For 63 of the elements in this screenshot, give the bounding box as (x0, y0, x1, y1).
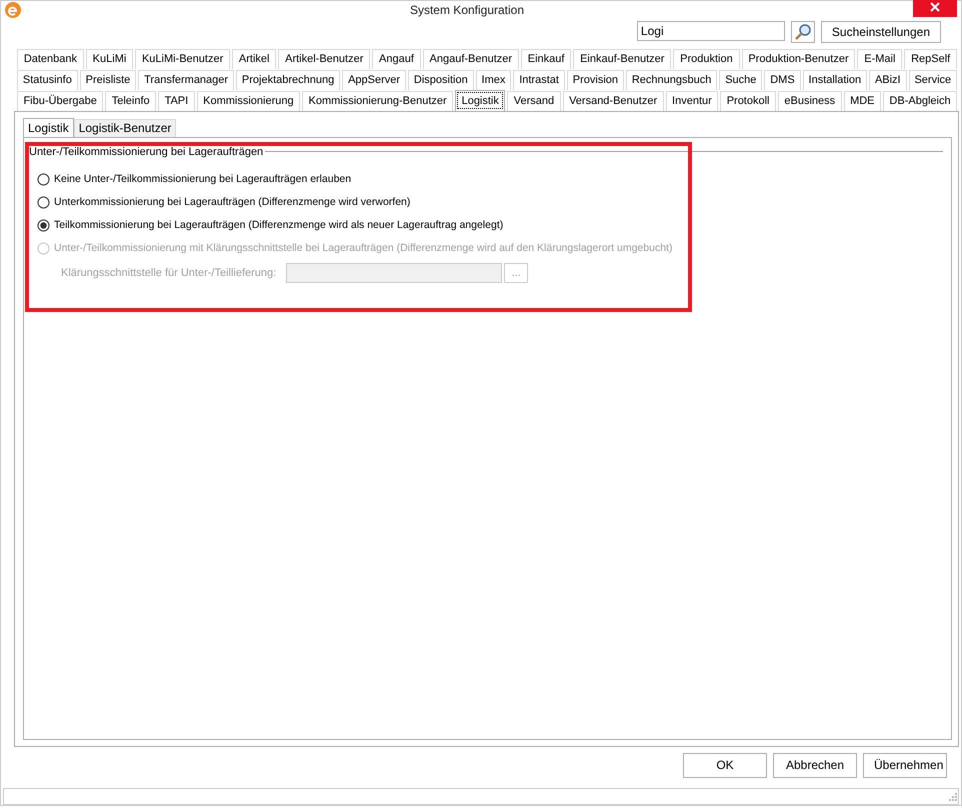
search-button[interactable] (790, 20, 815, 43)
tab[interactable]: Datenbank (17, 48, 84, 69)
search-settings-button[interactable]: Sucheinstellungen (820, 20, 941, 43)
radio-button[interactable] (37, 172, 50, 186)
tab[interactable]: Intrastat (513, 70, 565, 90)
tab[interactable]: Produktion-Benutzer (742, 48, 856, 69)
tab[interactable]: Logistik (23, 118, 74, 137)
dialog-button[interactable]: Übernehmen (863, 752, 947, 778)
radio-button[interactable] (37, 218, 50, 232)
tab[interactable]: Rechnungsbuch (626, 70, 718, 90)
tab[interactable]: Inventur (666, 90, 718, 111)
tab[interactable]: TAPI (158, 90, 195, 111)
tab[interactable]: Einkauf (520, 48, 572, 69)
search-field[interactable]: Logi (636, 20, 785, 41)
tab[interactable]: Installation (802, 70, 868, 90)
tab[interactable]: KuLiMi (86, 48, 134, 69)
close-button[interactable] (913, 0, 957, 17)
tab[interactable]: Service (908, 70, 958, 90)
search-icon (794, 22, 812, 41)
option-label: Unterkommissionierung bei Lageraufträgen (Differenzmenge wird verworfen) (54, 196, 410, 208)
tab[interactable]: E-Mail (857, 48, 902, 69)
tab[interactable]: Fibu-Übergabe (17, 90, 104, 111)
dialog-button[interactable]: Abbrechen (773, 752, 857, 778)
tab[interactable]: Angauf-Benutzer (422, 48, 519, 69)
tab[interactable]: Versand-Benutzer (562, 90, 664, 111)
tab[interactable]: Teleinfo (105, 90, 156, 111)
option-label: Keine Unter-/Teilkommissionierung bei Lageraufträgen erlauben (54, 173, 352, 186)
group-title: Unter-/Teilkommissionierung bei Lageraufträgen (29, 146, 264, 158)
tab[interactable]: DB-Abgleich (882, 90, 958, 111)
tab[interactable]: Kommissionierung (196, 90, 300, 111)
tab[interactable]: Disposition (408, 70, 474, 90)
tab[interactable]: AppServer (342, 70, 406, 90)
option-label: Teilkommissionierung bei Lageraufträgen (Differenzmenge wird als neuer Lagerauftrag angelegt) (54, 219, 504, 232)
tab[interactable]: Logistik-Benutzer (74, 118, 176, 137)
window-title: System Konfiguration (408, 2, 526, 17)
tab[interactable]: Kommissionierung-Benutzer (302, 90, 454, 111)
tab[interactable]: Provision (566, 70, 624, 90)
tab[interactable]: MDE (844, 90, 881, 111)
tab[interactable]: eBusiness (778, 90, 842, 111)
tab[interactable]: Protokoll (720, 90, 776, 111)
tab[interactable]: Statusinfo (17, 70, 78, 90)
option-label: Unter-/Teilkommissionierung mit Klärungsschnittstelle bei Lageraufträgen (Differenzmenge wird auf den Klärungslagerort umgebucht) (54, 242, 672, 254)
tab[interactable]: KuLiMi-Benutzer (135, 48, 230, 69)
tab[interactable]: ABizI (869, 70, 907, 90)
tab[interactable]: DMS (764, 70, 801, 90)
tab[interactable]: Einkauf-Benutzer (573, 48, 672, 69)
tab[interactable]: Versand (507, 90, 561, 111)
tab[interactable]: Imex (476, 70, 512, 90)
dialog-button[interactable]: OK (683, 752, 767, 778)
close-icon (930, 2, 940, 12)
tab[interactable]: Angauf (372, 48, 421, 69)
resize-grip-icon (946, 792, 958, 804)
tab[interactable]: Projektabrechnung (236, 70, 340, 90)
tab[interactable]: RepSelf (904, 48, 958, 69)
field-label: Klärungsschnittstelle für Unter-/Teillieferung: (61, 266, 276, 279)
radio-button[interactable] (37, 196, 50, 209)
tab[interactable]: Artikel-Benutzer (278, 48, 370, 69)
tab[interactable]: Preisliste (80, 70, 136, 90)
tab[interactable]: Produktion (673, 48, 740, 69)
tab[interactable]: Logistik (455, 90, 506, 111)
tab[interactable]: Artikel (232, 48, 276, 69)
tab[interactable]: Transfermanager (138, 70, 234, 90)
tab[interactable]: Suche (719, 70, 762, 90)
